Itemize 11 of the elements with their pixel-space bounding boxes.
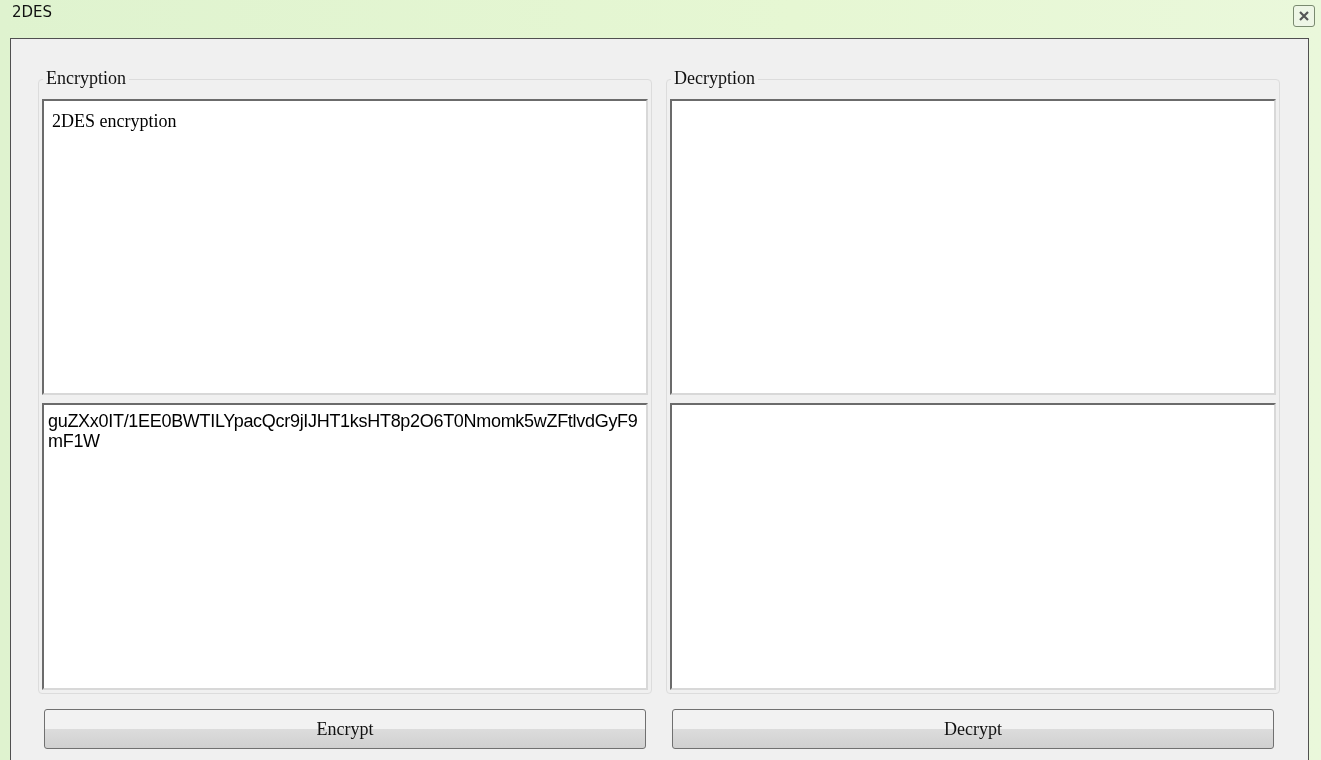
output-text-area[interactable]: guZXx0IT/1EE0BWTILYpacQcr9jIJHT1ksHT8p2O6T0Nmomk5wZFtlvdGyF9mF1W	[42, 402, 648, 690]
input-text-area[interactable]: 2DES encryption	[42, 99, 648, 395]
group-title: Decryption	[671, 68, 758, 89]
close-button[interactable]	[1293, 5, 1315, 27]
encrypt-button[interactable]: Encrypt	[44, 709, 646, 749]
input-text-area[interactable]	[670, 99, 1276, 395]
group-title: Encryption	[43, 68, 129, 89]
output-text-area[interactable]	[670, 402, 1276, 690]
decrypt-button[interactable]: Decrypt	[672, 709, 1274, 749]
close-icon	[1299, 11, 1309, 21]
window-title: 2DES	[12, 3, 53, 21]
